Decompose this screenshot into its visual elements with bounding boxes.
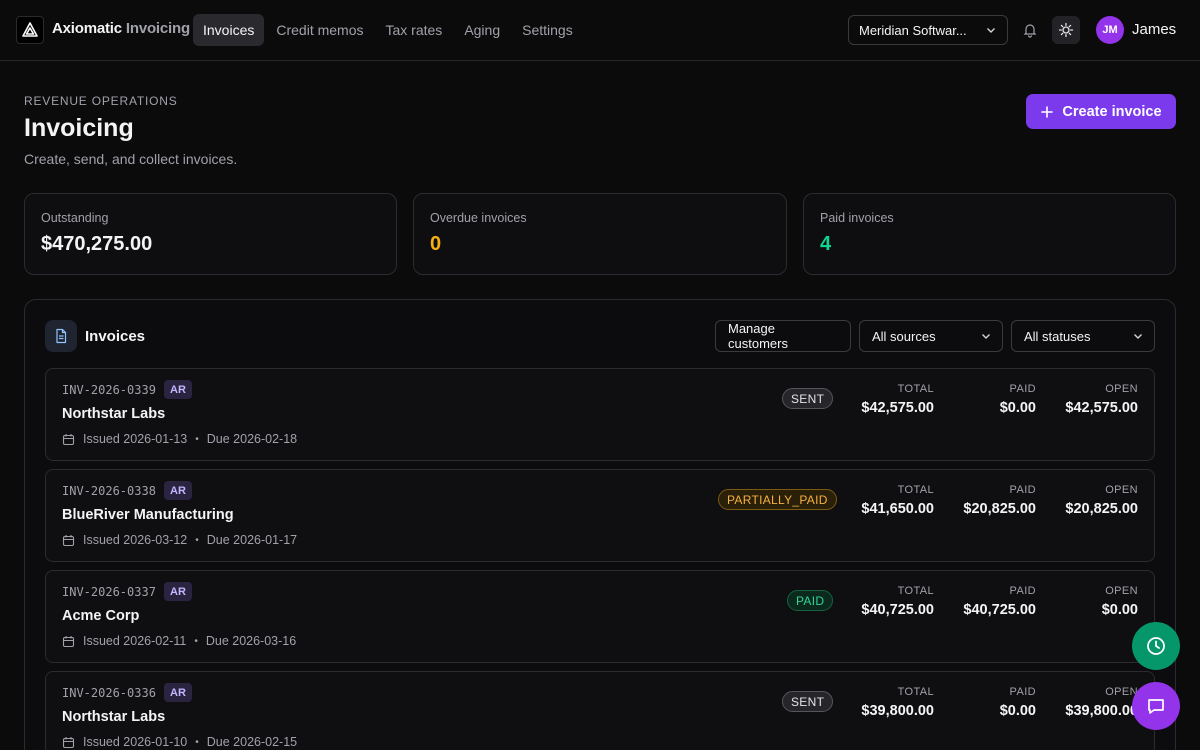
calendar-icon <box>62 534 75 546</box>
source-filter-value: All sources <box>872 328 936 344</box>
panel-title: Invoices <box>85 328 146 345</box>
activity-history-button[interactable] <box>1132 622 1180 670</box>
issued-date: Issued 2026-01-10 <box>83 735 188 749</box>
invoice-type-badge: AR <box>164 683 192 702</box>
status-badge: SENT <box>782 388 834 409</box>
invoice-dates: Issued 2026-01-10 • Due 2026-02-15 <box>62 735 297 749</box>
nav-credit-memos[interactable]: Credit memos <box>266 14 373 46</box>
invoice-type-badge: AR <box>164 481 192 500</box>
logo-icon[interactable] <box>16 16 44 44</box>
stat-value: $470,275.00 <box>41 233 153 255</box>
status-badge: PAID <box>787 590 834 611</box>
bell-icon <box>1023 24 1037 38</box>
invoice-type-badge: AR <box>164 582 192 601</box>
customer-name: Northstar Labs <box>62 406 166 422</box>
chevron-down-icon <box>1134 334 1142 339</box>
chevron-down-icon <box>982 334 990 339</box>
theme-toggle-button[interactable] <box>1052 16 1080 44</box>
organization-select[interactable]: Meridian Softwar... <box>848 15 1008 45</box>
create-invoice-label: Create invoice <box>1062 103 1162 120</box>
main-nav: Invoices Credit memos Tax rates Aging Se… <box>193 14 585 46</box>
invoice-row[interactable]: INV-2026-0338 AR BlueRiver Manufacturing… <box>45 469 1155 562</box>
issued-date: Issued 2026-03-12 <box>83 533 188 547</box>
stat-outstanding: Outstanding $470,275.00 <box>24 193 397 275</box>
invoice-dates: Issued 2026-01-13 • Due 2026-02-18 <box>62 432 297 446</box>
invoice-row[interactable]: INV-2026-0339 AR Northstar Labs Issued 2… <box>45 368 1155 461</box>
user-name[interactable]: James <box>1132 21 1176 38</box>
create-invoice-button[interactable]: Create invoice <box>1026 94 1176 129</box>
separator-dot: • <box>195 736 199 748</box>
paid-amount: PAID $20,825.00 <box>963 484 1036 517</box>
issued-date: Issued 2026-02-11 <box>83 634 187 648</box>
paid-amount: PAID $40,725.00 <box>963 585 1036 618</box>
separator-dot: • <box>195 433 199 445</box>
nav-settings[interactable]: Settings <box>512 14 583 46</box>
page-subtitle: Create, send, and collect invoices. <box>24 151 238 167</box>
manage-customers-button[interactable]: Manage customers <box>715 320 851 352</box>
chevron-down-icon <box>987 28 995 33</box>
nav-tax-rates[interactable]: Tax rates <box>376 14 453 46</box>
stat-overdue: Overdue invoices 0 <box>413 193 787 275</box>
total-amount: TOTAL $39,800.00 <box>861 686 934 719</box>
plus-icon <box>1041 105 1054 118</box>
brand-name: Axiomatic Invoicing <box>52 20 190 37</box>
open-amount: OPEN $39,800.00 <box>1065 686 1138 719</box>
open-amount: OPEN $0.00 <box>1101 585 1138 618</box>
paid-amount: PAID $0.00 <box>999 383 1036 416</box>
due-date: Due 2026-03-16 <box>205 634 297 648</box>
stat-value: 4 <box>820 233 832 255</box>
organization-select-value: Meridian Softwar... <box>859 22 967 38</box>
stat-label: Overdue invoices <box>430 211 527 225</box>
total-amount: TOTAL $41,650.00 <box>861 484 934 517</box>
stat-paid: Paid invoices 4 <box>803 193 1176 275</box>
status-filter-value: All statuses <box>1024 328 1091 344</box>
invoice-type-badge: AR <box>164 380 192 399</box>
nav-aging[interactable]: Aging <box>454 14 510 46</box>
separator-dot: • <box>195 534 199 546</box>
clock-icon <box>1147 637 1165 655</box>
invoice-number: INV-2026-0338 <box>62 484 156 498</box>
paid-amount: PAID $0.00 <box>999 686 1036 719</box>
sun-icon <box>1058 22 1074 38</box>
top-bar: Axiomatic Invoicing Invoices Credit memos… <box>0 0 1200 61</box>
open-amount: OPEN $42,575.00 <box>1065 383 1138 416</box>
page-eyebrow: REVENUE OPERATIONS <box>24 94 178 108</box>
status-badge: SENT <box>782 691 834 712</box>
due-date: Due 2026-02-15 <box>206 735 298 749</box>
due-date: Due 2026-01-17 <box>206 533 298 547</box>
status-badge: PARTIALLY_PAID <box>718 489 837 510</box>
invoice-number: INV-2026-0336 <box>62 686 156 700</box>
invoice-dates: Issued 2026-02-11 • Due 2026-03-16 <box>62 634 296 648</box>
source-filter-select[interactable]: All sources <box>859 320 1003 352</box>
customer-name: Northstar Labs <box>62 709 166 725</box>
stat-label: Paid invoices <box>820 211 894 225</box>
chat-button[interactable] <box>1132 682 1180 730</box>
chat-icon <box>1148 699 1164 714</box>
document-icon <box>45 320 77 352</box>
stat-value: 0 <box>430 233 442 255</box>
invoice-number: INV-2026-0339 <box>62 383 156 397</box>
notifications-button[interactable] <box>1016 16 1044 44</box>
issued-date: Issued 2026-01-13 <box>83 432 188 446</box>
invoices-panel: Invoices Manage customers All sources Al… <box>24 299 1176 750</box>
total-amount: TOTAL $40,725.00 <box>861 585 934 618</box>
invoice-row[interactable]: INV-2026-0336 AR Northstar Labs Issued 2… <box>45 671 1155 750</box>
separator-dot: • <box>194 635 198 647</box>
invoice-row[interactable]: INV-2026-0337 AR Acme Corp Issued 2026-0… <box>45 570 1155 663</box>
open-amount: OPEN $20,825.00 <box>1065 484 1138 517</box>
invoice-dates: Issued 2026-03-12 • Due 2026-01-17 <box>62 533 297 547</box>
due-date: Due 2026-02-18 <box>206 432 298 446</box>
page-title: Invoicing <box>24 114 134 142</box>
nav-invoices[interactable]: Invoices <box>193 14 265 46</box>
customer-name: Acme Corp <box>62 608 140 624</box>
stat-label: Outstanding <box>41 211 109 225</box>
calendar-icon <box>62 736 75 748</box>
total-amount: TOTAL $42,575.00 <box>861 383 934 416</box>
status-filter-select[interactable]: All statuses <box>1011 320 1155 352</box>
calendar-icon <box>62 433 75 445</box>
avatar[interactable]: JM <box>1096 16 1124 44</box>
customer-name: BlueRiver Manufacturing <box>62 507 234 523</box>
calendar-icon <box>62 635 75 647</box>
invoice-number: INV-2026-0337 <box>62 585 156 599</box>
